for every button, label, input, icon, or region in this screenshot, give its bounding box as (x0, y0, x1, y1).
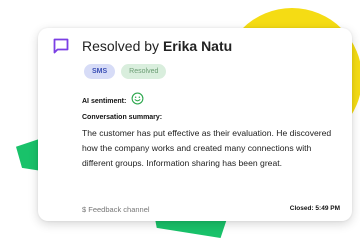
agent-name: Erika Natu (162, 38, 233, 54)
card-title: Resolved by Erika Natu (82, 38, 232, 54)
feedback-channel: $ Feedback channel (82, 205, 150, 214)
summary-text: The customer has put effective as their … (82, 128, 332, 168)
sentiment-row: AI sentiment: (82, 92, 144, 110)
title-prefix: Resolved by (82, 38, 160, 54)
canvas: Resolved by Erika Natu SMS Resolved AI s… (0, 0, 360, 244)
chat-bubble-icon (52, 37, 70, 55)
closed-time: Closed: 5:49 PM (289, 205, 340, 212)
smiley-face-icon (131, 92, 144, 110)
sentiment-label: AI sentiment: (82, 97, 127, 105)
status-badge: Resolved (121, 64, 167, 79)
conversation-card: Resolved by Erika Natu SMS Resolved AI s… (38, 28, 352, 221)
card-header: Resolved by Erika Natu (52, 35, 232, 57)
badge-row: SMS Resolved (84, 64, 167, 79)
channel-badge: SMS (84, 64, 116, 79)
summary-label: Conversation summary: (82, 114, 163, 121)
